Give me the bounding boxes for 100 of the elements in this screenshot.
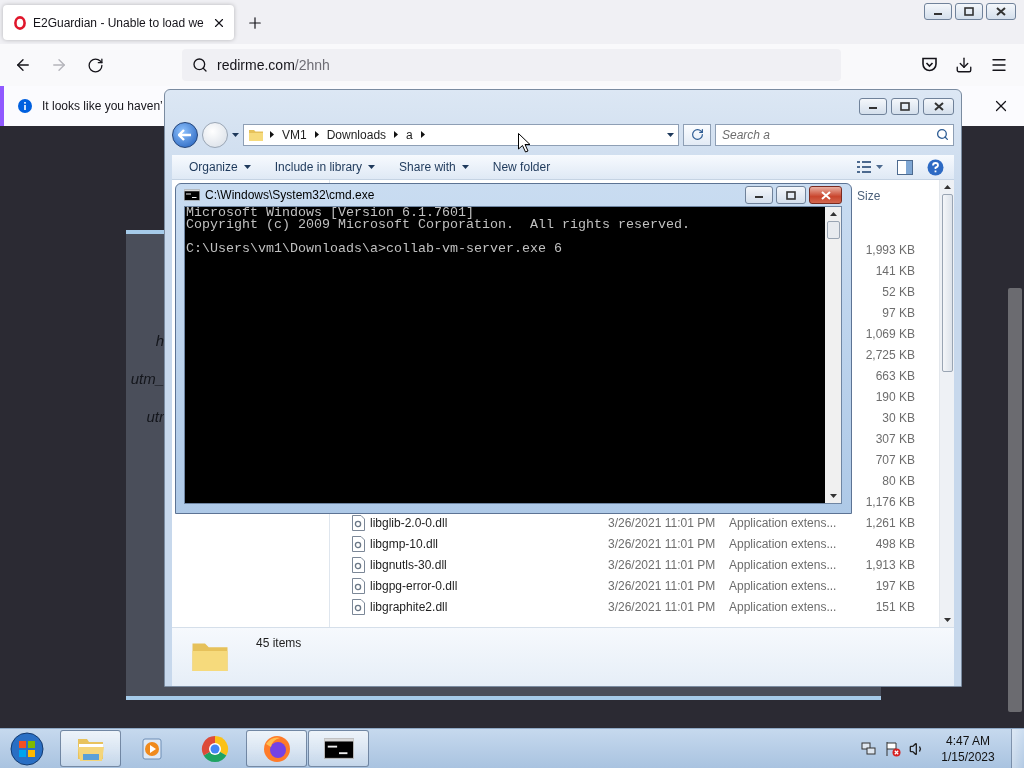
- reload-icon: [86, 56, 104, 74]
- file-size: 1,069 KB: [864, 326, 915, 341]
- page-text: utm_: [130, 369, 164, 389]
- maximize-button[interactable]: [776, 186, 806, 204]
- search-icon: [936, 127, 949, 141]
- browser-tab[interactable]: E2Guardian - Unable to load we: [3, 5, 234, 40]
- close-button[interactable]: [809, 186, 842, 204]
- chevron-icon: [270, 131, 274, 138]
- search-icon: [192, 57, 208, 73]
- scrollbar-thumb[interactable]: [826, 221, 840, 239]
- file-size: 1,993 KB: [864, 242, 915, 257]
- file-size: 80 KB: [881, 473, 915, 488]
- view-list-icon[interactable]: [857, 160, 883, 174]
- flag-icon: [885, 740, 901, 757]
- download-icon: [955, 56, 973, 74]
- file-size: 197 KB: [874, 578, 915, 593]
- tab-logo-icon: [13, 15, 27, 30]
- minimize-button[interactable]: [859, 97, 887, 115]
- file-name[interactable]: libglib-2.0-0.dll: [370, 515, 448, 530]
- file-size: 307 KB: [874, 431, 915, 446]
- window-title: C:\Windows\System32\cmd.exe: [205, 188, 375, 202]
- notification-text: It looks like you haven’: [42, 99, 163, 113]
- preview-pane-icon[interactable]: [897, 159, 913, 175]
- file-size: 97 KB: [881, 305, 915, 320]
- column-header[interactable]: Size: [857, 184, 881, 208]
- maximize-button[interactable]: [955, 3, 983, 20]
- console-icon: [184, 189, 200, 201]
- network-icon: [861, 740, 877, 757]
- file-date: 3/26/2021 11:01 PM: [608, 515, 717, 530]
- file-icon: [352, 577, 365, 594]
- file-size: 1,261 KB: [864, 515, 915, 530]
- file-date: 3/26/2021 11:01 PM: [608, 578, 717, 593]
- close-icon: [933, 101, 944, 111]
- file-type: Application extens...: [729, 536, 838, 551]
- scrollbar-thumb[interactable]: [941, 194, 953, 372]
- page-text: utr: [146, 407, 164, 427]
- scroll-down-icon[interactable]: [943, 617, 951, 623]
- file-size: 151 KB: [874, 599, 915, 614]
- mouse-pointer-icon: [518, 133, 531, 153]
- maximize-icon: [900, 101, 910, 111]
- toolbar-button[interactable]: Share with: [387, 155, 481, 179]
- page-text: h: [155, 331, 164, 351]
- refresh-button[interactable]: [683, 123, 711, 146]
- console-line: C:\Users\vm1\Downloads\a>collab-vm-server.exe 6: [186, 243, 562, 255]
- url-field[interactable]: redirme.com/2hnh: [182, 49, 841, 81]
- file-name[interactable]: libgmp-10.dll: [370, 536, 439, 551]
- file-date: 3/26/2021 11:01 PM: [608, 557, 717, 572]
- tab-title: E2Guardian - Unable to load we: [33, 15, 204, 30]
- console-line: Microsoft Windows [Version 6.1.7601]: [186, 207, 474, 219]
- help-icon[interactable]: [927, 158, 944, 176]
- breadcrumb-item[interactable]: VM1: [280, 127, 309, 142]
- scroll-up-icon[interactable]: [943, 184, 951, 190]
- search-field[interactable]: Search a: [715, 123, 954, 146]
- arrow-left-icon: [178, 128, 192, 141]
- breadcrumb-item[interactable]: Downloads: [324, 127, 389, 142]
- refresh-icon: [690, 128, 704, 141]
- file-size: 190 KB: [874, 389, 915, 404]
- taskbar-button[interactable]: [308, 730, 369, 767]
- minimize-button[interactable]: [745, 186, 773, 204]
- firefox-icon: [261, 733, 292, 764]
- console-line: Copyright (c) 2009 Microsoft Corporation. All rights reserved.: [186, 219, 690, 231]
- clock-date: 1/15/2023: [941, 748, 995, 765]
- breadcrumb-item[interactable]: a: [404, 127, 415, 142]
- toolbar-button[interactable]: Include in library: [262, 155, 388, 179]
- file-icon: [352, 514, 365, 531]
- file-size: 141 KB: [874, 263, 915, 278]
- close-icon: [820, 190, 831, 200]
- file-type: Application extens...: [729, 515, 838, 530]
- file-date: 3/26/2021 11:01 PM: [608, 599, 717, 614]
- file-size: 2,725 KB: [864, 347, 915, 362]
- caret-icon: [667, 132, 674, 137]
- close-icon: [996, 7, 1006, 16]
- minimize-button[interactable]: [924, 3, 952, 20]
- toolbar-button[interactable]: New folder: [480, 155, 563, 179]
- file-name[interactable]: libgpg-error-0.dll: [370, 578, 458, 593]
- info-icon: [18, 99, 32, 113]
- file-icon: [352, 598, 365, 615]
- close-button[interactable]: [923, 97, 954, 115]
- maximize-icon: [786, 190, 796, 200]
- scroll-down-icon[interactable]: [829, 493, 837, 499]
- address-bar[interactable]: VM1 Downloads a: [243, 123, 679, 146]
- file-size: 1,176 KB: [864, 494, 915, 509]
- file-size: 1,913 KB: [864, 557, 915, 572]
- scroll-up-icon[interactable]: [829, 211, 837, 217]
- caret-icon: [368, 165, 376, 169]
- file-type: Application extens...: [729, 578, 838, 593]
- maximize-button[interactable]: [891, 97, 919, 115]
- file-size: 52 KB: [881, 284, 915, 299]
- chevron-icon: [394, 131, 399, 138]
- caret-icon: [243, 165, 251, 169]
- toolbar-button[interactable]: Organize: [177, 155, 263, 179]
- file-icon: [352, 535, 365, 552]
- arrow-right-icon: [50, 56, 68, 74]
- file-name[interactable]: libgraphite2.dll: [370, 599, 448, 614]
- back-button[interactable]: [172, 121, 198, 148]
- close-button[interactable]: [986, 3, 1016, 20]
- file-name[interactable]: libgnutls-30.dll: [370, 557, 447, 572]
- show-desktop-button[interactable]: [1011, 729, 1024, 768]
- menu-icon: [990, 56, 1008, 74]
- caret-icon: [232, 132, 239, 137]
